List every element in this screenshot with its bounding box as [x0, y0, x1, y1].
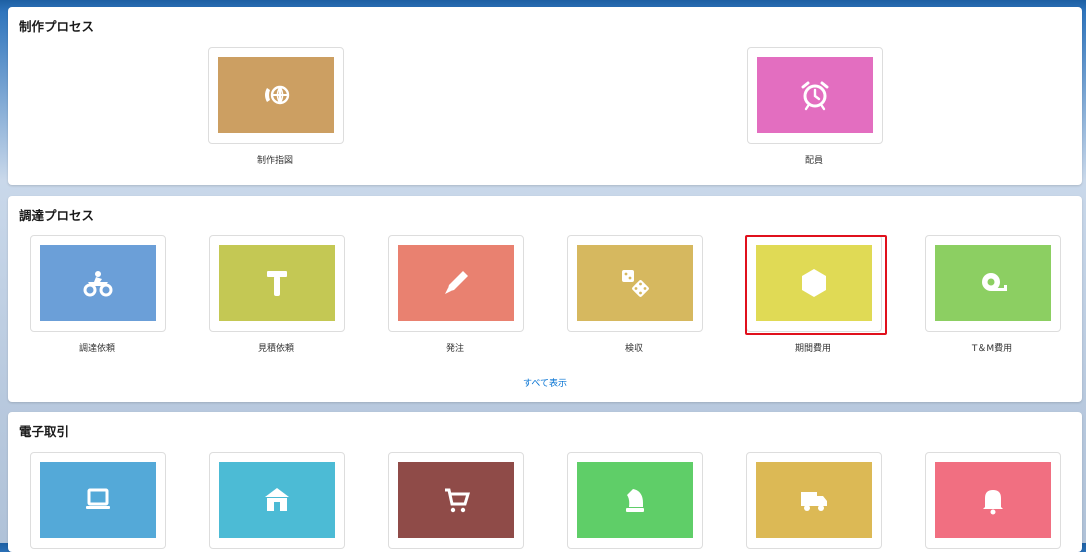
tile-inspection[interactable]	[567, 235, 703, 332]
pencil-icon	[445, 271, 468, 294]
tile-label[interactable]: T＆M費用	[925, 341, 1059, 354]
tile-swatch	[40, 462, 156, 538]
tile-swatch	[219, 245, 335, 321]
bell-icon	[983, 490, 1003, 515]
section-title: 電子取引	[19, 424, 70, 439]
tape-measure-icon	[982, 273, 1007, 291]
tile-label[interactable]: 発注	[388, 341, 522, 354]
tile-swatch	[398, 245, 514, 321]
tile-production-order[interactable]	[208, 47, 344, 144]
tile-swatch	[756, 462, 872, 538]
chess-knight-icon	[626, 489, 644, 512]
tile-ecommerce-4[interactable]	[567, 452, 703, 549]
globe-call-icon	[265, 85, 290, 105]
tile-swatch	[935, 245, 1051, 321]
tile-ecommerce-6[interactable]	[925, 452, 1061, 549]
tile-swatch	[219, 462, 335, 538]
selection-highlight	[745, 235, 887, 335]
tile-swatch	[757, 57, 873, 133]
cart-icon	[445, 488, 471, 513]
tile-swatch	[40, 245, 156, 321]
section-title: 制作プロセス	[19, 19, 95, 34]
view-all-link[interactable]: すべて表示	[8, 376, 1082, 389]
procurement-process-card: 調達プロセス 調達依頼 見積依頼 発注 検収 期間費用 T＆M費用 すべて表示	[8, 196, 1082, 402]
laptop-icon	[86, 488, 110, 509]
tile-procurement-request[interactable]	[30, 235, 166, 332]
tile-swatch	[577, 462, 693, 538]
tile-quote-request[interactable]	[209, 235, 345, 332]
tile-label[interactable]: 調達依頼	[30, 341, 164, 354]
tile-ecommerce-5[interactable]	[746, 452, 882, 549]
tile-swatch	[398, 462, 514, 538]
tile-swatch	[218, 57, 334, 133]
production-process-card: 制作プロセス 制作指図 配員	[8, 7, 1082, 185]
truck-icon	[801, 492, 827, 511]
tile-label[interactable]: 制作指図	[208, 153, 342, 166]
tile-ecommerce-1[interactable]	[30, 452, 166, 549]
quad-bike-icon	[83, 271, 113, 297]
tile-purchase-order[interactable]	[388, 235, 524, 332]
tile-assignment[interactable]	[747, 47, 883, 144]
alarm-clock-icon	[801, 81, 829, 111]
tile-label[interactable]: 配員	[747, 153, 881, 166]
tile-ecommerce-2[interactable]	[209, 452, 345, 549]
tile-label[interactable]: 検収	[567, 341, 701, 354]
tile-swatch	[935, 462, 1051, 538]
tile-swatch	[577, 245, 693, 321]
store-icon	[265, 488, 289, 511]
tile-ecommerce-3[interactable]	[388, 452, 524, 549]
e-commerce-card: 電子取引	[8, 412, 1082, 552]
section-title: 調達プロセス	[19, 208, 95, 223]
dice-icon	[622, 270, 649, 297]
tile-tm-expense[interactable]	[925, 235, 1061, 332]
hammer-icon	[267, 271, 287, 296]
tile-label[interactable]: 期間費用	[746, 341, 880, 354]
tile-label[interactable]: 見積依頼	[209, 341, 343, 354]
